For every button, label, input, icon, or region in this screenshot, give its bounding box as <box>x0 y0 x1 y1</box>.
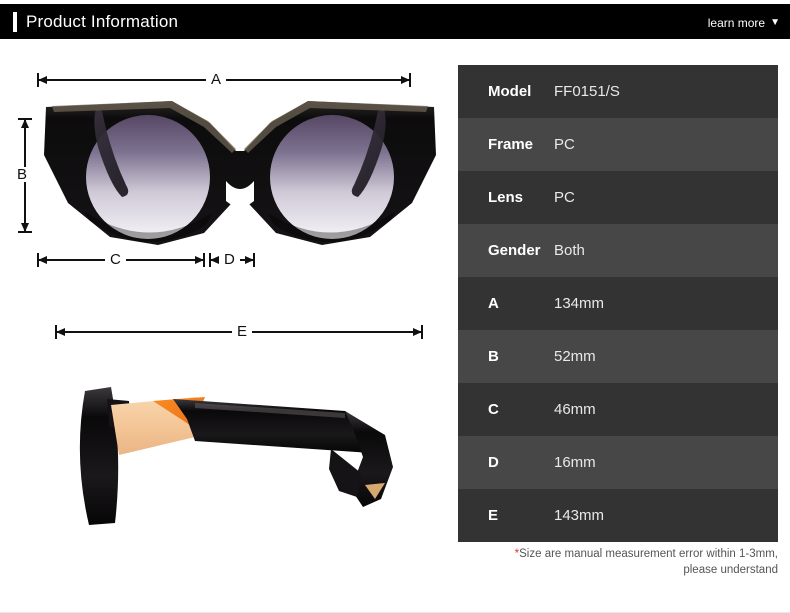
sunglasses-front-view <box>44 101 436 245</box>
table-row: A 134mm <box>458 277 778 330</box>
technical-drawing-panel: A B C D E <box>0 39 452 595</box>
table-row: C 46mm <box>458 383 778 436</box>
spec-value: 16mm <box>554 454 596 471</box>
dimension-label-d: D <box>219 252 240 267</box>
arrowhead-top <box>20 119 29 128</box>
table-row: Frame PC <box>458 118 778 171</box>
spec-label: A <box>488 295 499 312</box>
dimension-label-c: C <box>105 252 126 267</box>
arrowhead-right <box>195 255 204 264</box>
spec-label: Lens <box>488 189 524 206</box>
table-row: Lens PC <box>458 171 778 224</box>
spec-value: 134mm <box>554 295 605 312</box>
spec-label: Frame <box>488 136 534 153</box>
spec-value: Both <box>554 242 585 259</box>
arrowhead-right <box>401 75 410 84</box>
spec-value: 143mm <box>554 507 605 524</box>
spec-label: C <box>488 401 499 418</box>
dimension-label-e: E <box>232 324 253 339</box>
arrowhead-right <box>413 327 422 336</box>
spec-value: 52mm <box>554 348 596 365</box>
spec-label: B <box>488 348 499 365</box>
arrowhead-bottom <box>20 223 29 232</box>
spec-value: 46mm <box>554 401 596 418</box>
measurement-disclaimer: *Size are manual measurement error withi… <box>458 546 778 578</box>
header-accent-bar <box>13 12 17 32</box>
arrowhead-left <box>210 255 219 264</box>
arrowhead-left <box>38 75 47 84</box>
disclaimer-line-1: Size are manual measurement error within… <box>519 548 778 560</box>
spec-value: PC <box>554 189 575 206</box>
table-row: Model FF0151/S <box>458 65 778 118</box>
spec-label: D <box>488 454 499 471</box>
arrowhead-left <box>56 327 65 336</box>
table-row: Gender Both <box>458 224 778 277</box>
spec-label: E <box>488 507 499 524</box>
learn-more-label: learn more <box>707 16 766 30</box>
header-bar: Product Information learn more ▼ <box>0 4 790 39</box>
learn-more-button[interactable]: learn more ▼ <box>708 16 780 30</box>
product-information-page: Product Information learn more ▼ A B C D… <box>0 0 790 613</box>
spec-label: Model <box>488 83 532 100</box>
page-title: Product Information <box>26 12 179 31</box>
specification-table: Model FF0151/S Frame PC Lens PC Gender B… <box>458 65 778 542</box>
table-row: B 52mm <box>458 330 778 383</box>
arrowhead-right <box>245 255 254 264</box>
chevron-down-icon: ▼ <box>770 17 780 28</box>
sunglasses-side-view <box>79 387 393 525</box>
spec-label: Gender <box>488 242 541 259</box>
spec-value: FF0151/S <box>554 83 620 100</box>
arrowhead-left <box>38 255 47 264</box>
dimension-label-b: B <box>12 167 33 182</box>
temple-inner-curve <box>329 449 361 497</box>
dimension-label-a: A <box>206 72 227 87</box>
table-row: E 143mm <box>458 489 778 542</box>
spec-value: PC <box>554 136 575 153</box>
table-row: D 16mm <box>458 436 778 489</box>
disclaimer-line-2: please understand <box>683 564 778 576</box>
